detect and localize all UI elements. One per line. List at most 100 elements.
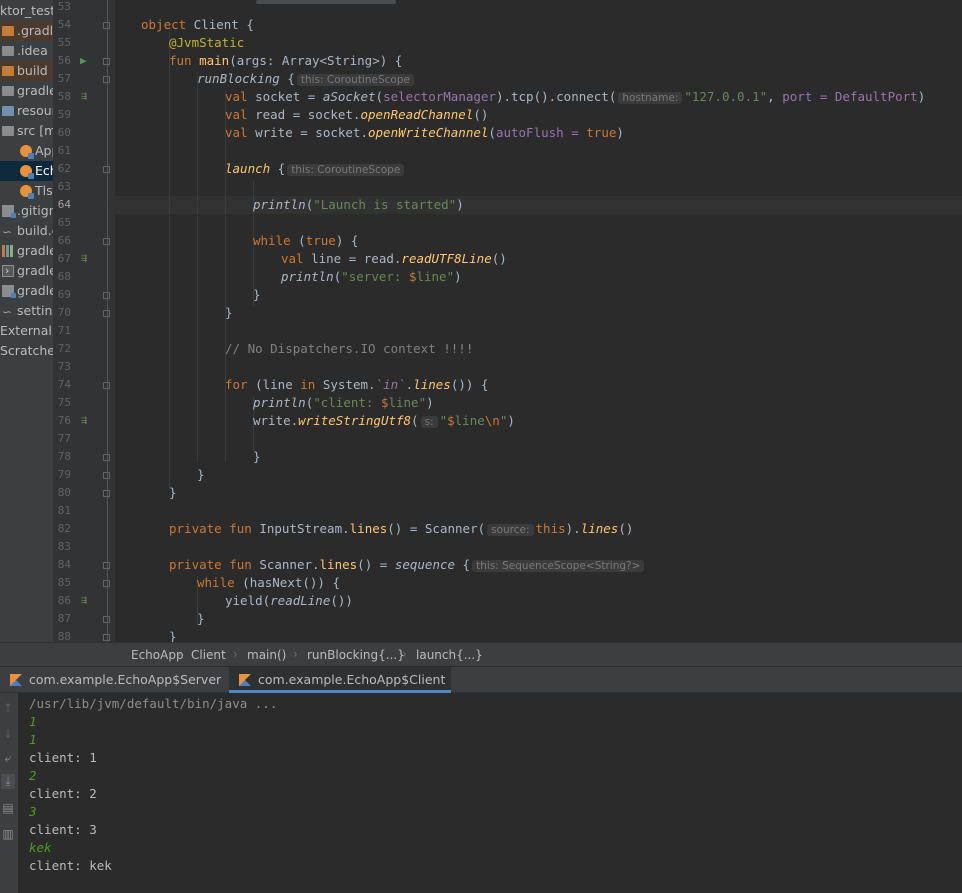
tree-item[interactable]: .gitignore bbox=[0, 201, 53, 221]
tree-item-label: ktor_test [ bbox=[0, 3, 53, 18]
folder-orange-icon bbox=[2, 26, 14, 36]
tree-item[interactable]: gradle bbox=[0, 81, 53, 101]
console-output-line: client: 1 bbox=[29, 750, 97, 765]
current-line-highlight bbox=[108, 196, 962, 214]
code-line-76: write.writeStringUtf8(s: "$line\n") bbox=[253, 413, 515, 428]
console-input-line: 1 bbox=[29, 732, 37, 747]
tab-run-client[interactable]: com.example.EchoApp$Client bbox=[229, 667, 451, 693]
line-number: 65 bbox=[57, 216, 71, 229]
line-number: 61 bbox=[57, 144, 71, 157]
tree-item-label: EchoApp bbox=[35, 163, 53, 178]
down-arrow-icon[interactable]: ↓ bbox=[1, 727, 15, 741]
line-number: 76 bbox=[57, 414, 71, 427]
file-icon bbox=[2, 285, 16, 298]
tree-item[interactable]: build bbox=[0, 61, 53, 81]
code-line-75: println("client: $line") bbox=[253, 395, 434, 410]
breadcrumb-item[interactable]: Client bbox=[191, 648, 226, 662]
code-line-69: } bbox=[253, 287, 261, 302]
breadcrumb: EchoApp › Client › main() › runBlocking{...} › l… bbox=[0, 642, 962, 667]
tree-item[interactable]: resources bbox=[0, 101, 53, 121]
line-number: 60 bbox=[57, 126, 71, 139]
code-line-67: val line = read.readUTF8Line() bbox=[281, 251, 507, 266]
line-number: 58 bbox=[57, 90, 71, 103]
project-tree-panel: ktor_test [ .gradle .idea build gradle resour… bbox=[0, 0, 53, 642]
tree-item[interactable]: .idea bbox=[0, 41, 53, 61]
tree-item[interactable]: ∽ build.gradle bbox=[0, 221, 53, 241]
console-toolbar: ↑ ↓ ⤶ ⤓ ▤ ▥ bbox=[0, 693, 18, 893]
tab-label: com.example.EchoApp$Client bbox=[258, 672, 446, 687]
code-line-87: } bbox=[197, 611, 205, 626]
tree-item[interactable]: src [m bbox=[0, 121, 53, 141]
tree-item-label: gradle.properties bbox=[17, 243, 53, 258]
tree-item[interactable]: External L bbox=[0, 321, 53, 341]
console-output[interactable]: /usr/lib/jvm/default/bin/java ... 1 1 clien… bbox=[18, 693, 962, 893]
code-line-60: val write = socket.openWriteChannel(auto… bbox=[225, 125, 624, 140]
console-input-line: 3 bbox=[29, 804, 37, 819]
line-number: 73 bbox=[57, 360, 71, 373]
line-number: 56 bbox=[57, 54, 71, 67]
trash-icon[interactable]: ▥ bbox=[1, 827, 15, 841]
scroll-to-end-icon[interactable]: ⤓ bbox=[1, 774, 15, 789]
tree-item[interactable]: gradle.properties bbox=[0, 241, 53, 261]
line-number: 66 bbox=[57, 234, 71, 247]
line-number: 72 bbox=[57, 342, 71, 355]
console-output-line: client: kek bbox=[29, 858, 112, 873]
line-number: 77 bbox=[57, 432, 71, 445]
code-line-88: } bbox=[169, 629, 177, 642]
code-editor[interactable]: object Client { @JvmStatic fun main(args… bbox=[108, 0, 962, 642]
tree-item-label: gradlew.bat bbox=[17, 283, 53, 298]
tab-run-server[interactable]: com.example.EchoApp$Server bbox=[0, 667, 229, 693]
inlay-hint: s: bbox=[420, 416, 438, 428]
print-icon[interactable]: ▤ bbox=[1, 801, 15, 815]
line-number: 78 bbox=[57, 450, 71, 463]
tree-item[interactable]: TlsApp bbox=[0, 181, 53, 201]
suspend-call-icon: ⇶ bbox=[81, 595, 88, 606]
tree-item[interactable]: Scratches bbox=[0, 341, 53, 361]
kotlin-file-icon bbox=[20, 145, 34, 159]
code-line-70: } bbox=[225, 305, 233, 320]
tree-item[interactable]: App bbox=[0, 141, 53, 161]
breadcrumb-separator: › bbox=[233, 647, 238, 661]
kotlin-file-icon bbox=[20, 165, 34, 179]
code-line-85: while (hasNext()) { bbox=[197, 575, 340, 590]
run-tabs-bar: com.example.EchoApp$Server com.example.Ec… bbox=[0, 667, 962, 693]
tree-item[interactable]: ∽ settings.gradle bbox=[0, 301, 53, 321]
file-icon bbox=[2, 205, 16, 218]
run-icon[interactable]: ▶ bbox=[80, 52, 87, 70]
code-line-82: private fun InputStream.lines() = Scanne… bbox=[169, 521, 634, 536]
console-command-line: /usr/lib/jvm/default/bin/java ... bbox=[29, 696, 278, 711]
folder-gray-icon bbox=[2, 46, 14, 56]
code-line-68: println("server: $line") bbox=[281, 269, 462, 284]
tree-item-label: .gitignore bbox=[17, 203, 53, 218]
folder-gray-icon bbox=[2, 86, 14, 96]
console-input-line: kek bbox=[29, 840, 52, 855]
tree-item[interactable]: gradlew bbox=[0, 261, 53, 281]
tree-item-label: External L bbox=[0, 323, 53, 338]
code-line-55: @JvmStatic bbox=[169, 35, 245, 50]
horizontal-scrollbar[interactable] bbox=[256, 0, 396, 4]
line-number: 59 bbox=[57, 108, 71, 121]
up-arrow-icon[interactable]: ↑ bbox=[1, 701, 15, 715]
breadcrumb-item[interactable]: runBlocking{...} bbox=[307, 648, 405, 662]
tree-item[interactable]: gradlew.bat bbox=[0, 281, 53, 301]
tree-item[interactable]: ktor_test [ bbox=[0, 1, 53, 21]
code-line-80: } bbox=[169, 485, 177, 500]
tree-item-label: Scratches bbox=[0, 343, 53, 358]
line-number: 87 bbox=[57, 612, 71, 625]
breadcrumb-item[interactable]: EchoApp bbox=[131, 648, 184, 662]
tree-item[interactable]: .gradle bbox=[0, 21, 53, 41]
line-number: 83 bbox=[57, 540, 71, 553]
breadcrumb-item[interactable]: main() bbox=[247, 648, 286, 662]
breadcrumb-separator: › bbox=[293, 647, 298, 661]
folder-gray-icon bbox=[2, 126, 14, 136]
inlay-hint: source: bbox=[487, 524, 534, 536]
code-line-64: println("Launch is started") bbox=[253, 197, 464, 212]
tree-item[interactable]: EchoApp bbox=[0, 161, 53, 181]
soft-wrap-icon[interactable]: ⤶ bbox=[1, 751, 15, 766]
line-number: 64 bbox=[57, 198, 71, 211]
breadcrumb-item[interactable]: launch{...} bbox=[416, 648, 483, 662]
suspend-call-icon: ⇶ bbox=[81, 415, 88, 426]
kotlin-file-icon bbox=[20, 185, 34, 199]
console-input-line: 2 bbox=[29, 768, 37, 783]
line-number: 82 bbox=[57, 522, 71, 535]
